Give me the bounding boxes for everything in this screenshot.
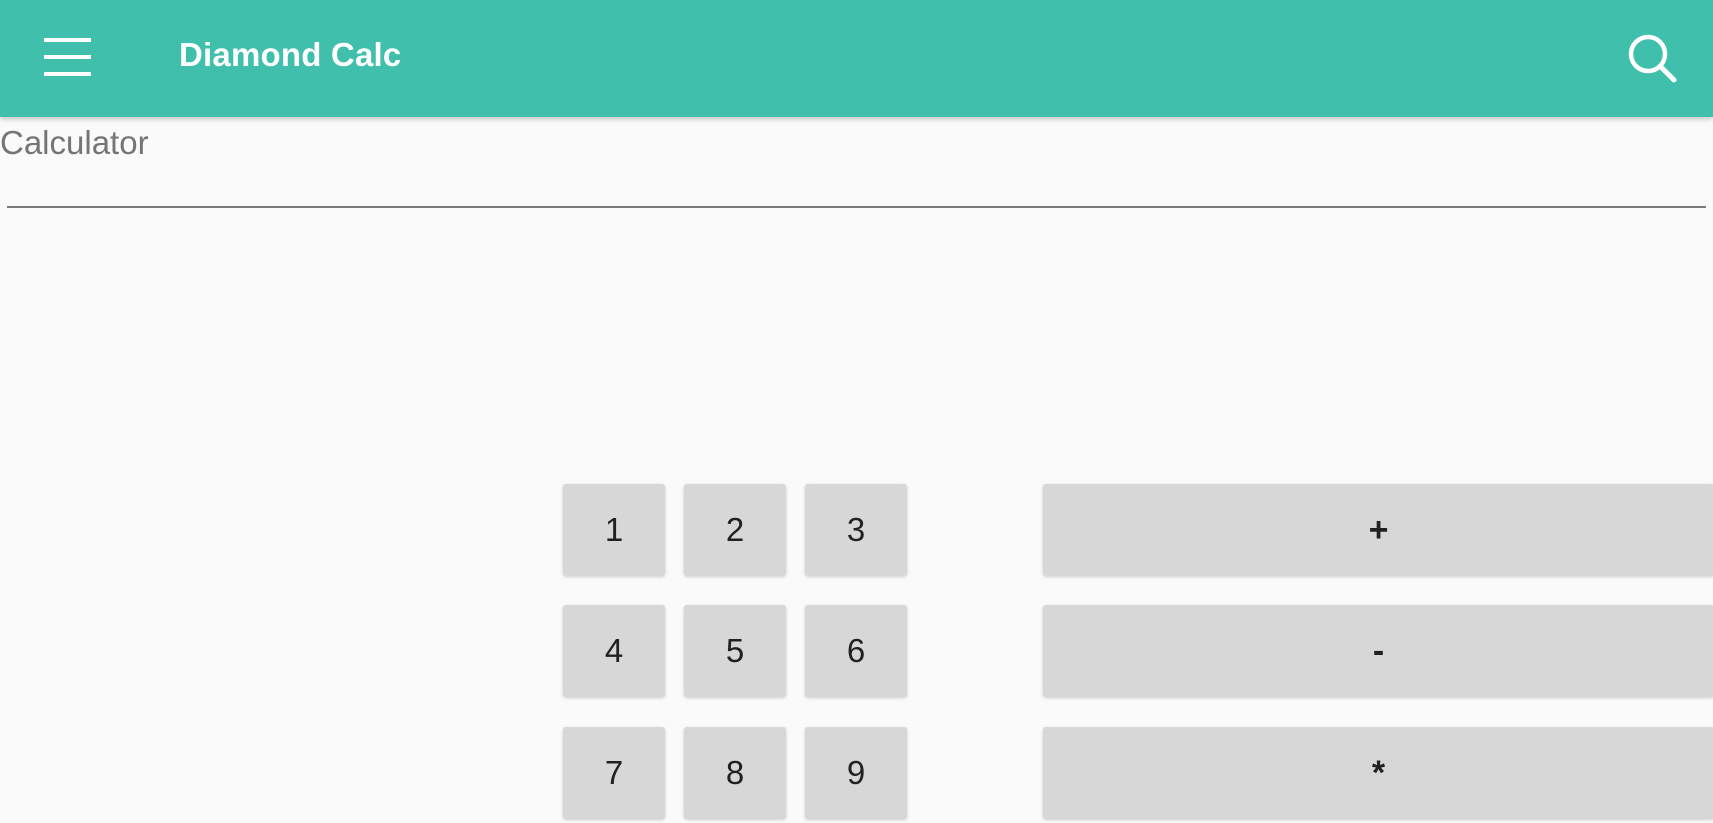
key-6[interactable]: 6	[805, 605, 907, 697]
search-icon	[1628, 34, 1677, 83]
key-9[interactable]: 9	[805, 727, 907, 819]
menu-button[interactable]	[30, 28, 104, 88]
key-minus[interactable]: -	[1043, 605, 1713, 697]
search-button[interactable]	[1620, 26, 1686, 92]
key-plus[interactable]: +	[1043, 484, 1713, 576]
app-title: Diamond Calc	[179, 36, 402, 73]
key-8[interactable]: 8	[684, 727, 786, 819]
key-2[interactable]: 2	[684, 484, 786, 576]
key-multiply[interactable]: *	[1043, 727, 1713, 819]
key-1[interactable]: 1	[563, 484, 665, 576]
key-7[interactable]: 7	[563, 727, 665, 819]
key-4[interactable]: 4	[563, 605, 665, 697]
calculator-input[interactable]	[7, 150, 1706, 208]
key-5[interactable]: 5	[684, 605, 786, 697]
app-bar: Diamond Calc	[0, 0, 1713, 117]
key-3[interactable]: 3	[805, 484, 907, 576]
